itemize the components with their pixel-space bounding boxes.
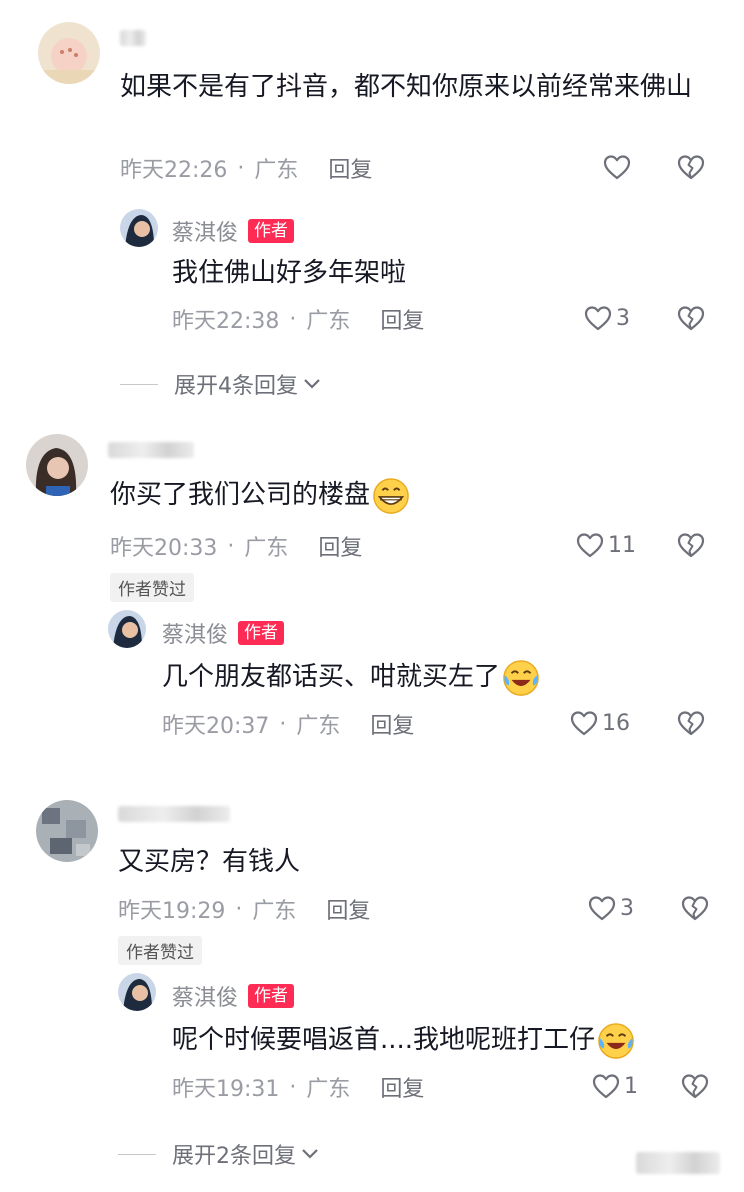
author-badge: 作者	[248, 219, 295, 243]
reply-region: 广东	[306, 1077, 351, 1102]
comment-time: 昨天19:29	[118, 899, 226, 924]
reply-button[interactable]: 回复	[326, 893, 370, 925]
author-name[interactable]: 蔡淇俊	[172, 980, 238, 1012]
like-button[interactable]: 3	[588, 895, 634, 921]
author-name-row: 蔡淇俊 作者	[162, 617, 285, 649]
like-button[interactable]: 11	[576, 532, 636, 558]
author-avatar[interactable]	[118, 973, 156, 1011]
author-name-row: 蔡淇俊 作者	[172, 215, 295, 247]
heart-outline-icon	[576, 532, 604, 558]
reply-time: 昨天19:31	[172, 1077, 280, 1102]
dislike-button[interactable]	[677, 710, 705, 736]
comment-text: 又买房？有钱人	[118, 847, 301, 877]
reply-text: 我住佛山好多年架啦	[172, 258, 407, 288]
comment-meta: 昨天19:29 · 广东 回复	[118, 893, 370, 925]
comment-text: 如果不是有了抖音，都不知你原来以前经常来佛山	[120, 72, 693, 102]
username-blurred[interactable]	[120, 30, 146, 46]
broken-heart-icon	[677, 305, 705, 331]
expand-label: 展开4条回复	[174, 374, 298, 399]
like-count: 16	[602, 710, 630, 736]
author-name[interactable]: 蔡淇俊	[172, 215, 238, 247]
heart-outline-icon	[584, 305, 612, 331]
like-button[interactable]	[603, 154, 631, 180]
reply-button[interactable]: 回复	[328, 152, 372, 184]
comment-text: 你买了我们公司的楼盘	[110, 473, 410, 517]
broken-heart-icon	[677, 710, 705, 736]
comment-time: 昨天22:26	[120, 158, 228, 183]
reply-text: 呢个时候要唱返首....我地呢班打工仔	[172, 1018, 635, 1062]
reply-region: 广东	[306, 309, 351, 334]
expand-replies-button[interactable]: 展开4条回复	[120, 368, 322, 400]
comment-region: 广东	[252, 899, 297, 924]
expand-label: 展开2条回复	[172, 1144, 296, 1169]
watermark-blurred	[636, 1152, 720, 1174]
broken-heart-icon	[681, 1073, 709, 1099]
like-button[interactable]: 16	[570, 710, 630, 736]
author-liked-tag: 作者赞过	[110, 573, 194, 602]
dislike-button[interactable]	[677, 154, 705, 180]
author-liked-tag: 作者赞过	[118, 936, 202, 965]
expand-replies-button[interactable]: 展开2条回复	[118, 1138, 320, 1170]
divider	[120, 383, 158, 385]
reply-meta: 昨天20:37 · 广东 回复	[162, 708, 414, 740]
comment-meta: 昨天22:26 · 广东 回复	[120, 152, 372, 184]
comment-region: 广东	[254, 158, 299, 183]
comment-region: 广东	[244, 536, 289, 561]
like-button[interactable]: 1	[592, 1073, 638, 1099]
reply-button[interactable]: 回复	[370, 708, 414, 740]
heart-outline-icon	[603, 154, 631, 180]
laughing-crying-emoji-icon	[597, 1022, 635, 1060]
reply-text-content: 几个朋友都话买、咁就买左了	[162, 662, 501, 692]
author-name-row: 蔡淇俊 作者	[172, 980, 295, 1012]
reply-region: 广东	[296, 714, 341, 739]
reply-button[interactable]: 回复	[380, 1071, 424, 1103]
avatar[interactable]	[36, 800, 98, 862]
comment-time: 昨天20:33	[110, 536, 218, 561]
broken-heart-icon	[681, 895, 709, 921]
like-count: 11	[608, 532, 636, 558]
reply-time: 昨天22:38	[172, 309, 280, 334]
avatar[interactable]	[38, 22, 100, 84]
like-button[interactable]: 3	[584, 305, 630, 331]
reply-button[interactable]: 回复	[318, 530, 362, 562]
author-badge: 作者	[248, 984, 295, 1008]
avatar[interactable]	[26, 434, 88, 496]
reply-text: 几个朋友都话买、咁就买左了	[162, 655, 540, 699]
reply-button[interactable]: 回复	[380, 303, 424, 335]
username-blurred[interactable]	[118, 806, 230, 822]
laughing-crying-emoji-icon	[502, 659, 540, 697]
like-count: 3	[620, 895, 634, 921]
chevron-down-icon	[304, 379, 320, 389]
heart-outline-icon	[592, 1073, 620, 1099]
reply-text-content: 呢个时候要唱返首....我地呢班打工仔	[172, 1025, 596, 1055]
like-count: 1	[624, 1073, 638, 1099]
heart-outline-icon	[588, 895, 616, 921]
dislike-button[interactable]	[681, 1073, 709, 1099]
author-name[interactable]: 蔡淇俊	[162, 617, 228, 649]
author-avatar[interactable]	[108, 610, 146, 648]
like-count: 3	[616, 305, 630, 331]
username-blurred[interactable]	[108, 442, 194, 458]
chevron-down-icon	[302, 1149, 318, 1159]
author-avatar[interactable]	[120, 209, 158, 247]
dislike-button[interactable]	[681, 895, 709, 921]
broken-heart-icon	[677, 154, 705, 180]
reply-meta: 昨天22:38 · 广东 回复	[172, 303, 424, 335]
dislike-button[interactable]	[677, 305, 705, 331]
reply-meta: 昨天19:31 · 广东 回复	[172, 1071, 424, 1103]
comment-text-content: 你买了我们公司的楼盘	[110, 480, 371, 510]
reply-time: 昨天20:37	[162, 714, 270, 739]
comment-meta: 昨天20:33 · 广东 回复	[110, 530, 362, 562]
dislike-button[interactable]	[677, 532, 705, 558]
broken-heart-icon	[677, 532, 705, 558]
heart-outline-icon	[570, 710, 598, 736]
grin-emoji-icon	[372, 477, 410, 515]
author-badge: 作者	[238, 621, 285, 645]
divider	[118, 1153, 156, 1155]
